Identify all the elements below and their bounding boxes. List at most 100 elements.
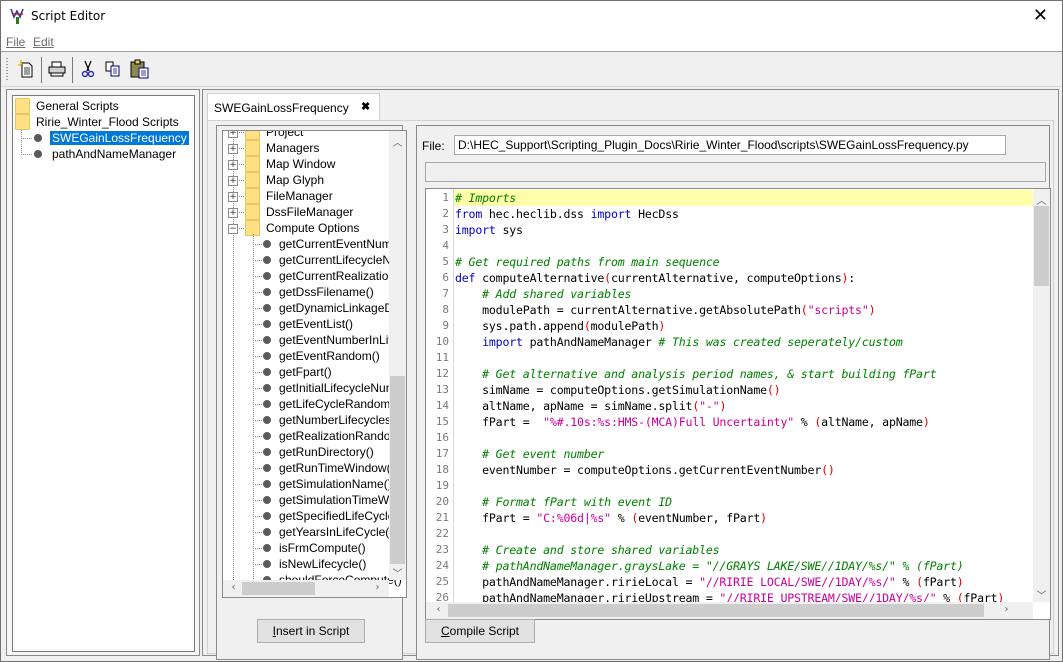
print-button[interactable] — [46, 58, 68, 80]
scroll-left-icon[interactable]: ‹ — [430, 604, 447, 615]
tree-folder-general-scripts[interactable]: General Scripts — [15, 97, 119, 114]
code-line: import sys — [455, 222, 523, 238]
file-path-field[interactable] — [454, 135, 1006, 155]
api-method-item[interactable]: getInitialLifecycleNumber() — [263, 380, 406, 396]
api-folder-project[interactable]: Project — [245, 131, 303, 140]
scroll-left-icon[interactable]: ‹ — [225, 582, 242, 593]
method-icon — [263, 559, 271, 568]
expander-icon[interactable]: + — [228, 176, 238, 186]
copy-button[interactable] — [102, 58, 124, 80]
api-folder-map-glyph[interactable]: Map Glyph — [245, 171, 325, 188]
paste-button[interactable] — [129, 58, 151, 80]
tree-item-pathandnamemanager[interactable]: pathAndNameManager — [34, 146, 178, 162]
api-method-item[interactable]: isNewLifecycle() — [263, 556, 366, 572]
api-method-item[interactable]: getCurrentEventNumber() — [263, 236, 406, 252]
compile-script-button[interactable]: Compile Script — [425, 619, 535, 643]
line-number: 7 — [442, 287, 449, 300]
api-method-item[interactable]: getLifeCycleRandom() — [263, 396, 398, 412]
line-number: 10 — [435, 335, 449, 348]
expander-icon[interactable]: + — [228, 131, 238, 138]
toolbar-grip[interactable] — [6, 58, 8, 82]
expander-icon[interactable]: + — [228, 208, 238, 218]
code-token-pr: ( — [916, 575, 923, 589]
api-folder-managers[interactable]: Managers — [245, 139, 319, 156]
script-editor: File: 1234567891011121314151617181920212… — [416, 125, 1051, 660]
api-method-item[interactable]: getNumberLifecycles() — [263, 412, 399, 428]
folder-icon — [245, 139, 260, 156]
code-line: # Create and store shared variables — [455, 542, 720, 558]
tree-label: getSimulationName() — [279, 477, 392, 491]
new-script-button[interactable] — [15, 58, 37, 80]
code-editor[interactable]: 1 2 3 4 5 6 7 8 9 10 11 12 13 14 15 16 17 18 19 20 21 22 23 24 2… — [425, 188, 1051, 620]
menu-file[interactable]: File — [6, 35, 25, 49]
tree-label: getCurrentLifecycleNumber() — [279, 253, 406, 267]
code-token-cm: # Get required paths from main sequence — [455, 255, 720, 269]
code-vertical-scrollbar[interactable]: ︿ ﹀ — [1033, 189, 1050, 602]
api-method-item[interactable]: getCurrentRealizationNumber() — [263, 268, 406, 284]
tree-item-swegainlossfrequency[interactable]: SWEGainLossFrequency — [34, 130, 189, 146]
expander-icon[interactable]: + — [228, 192, 238, 202]
code-line: # pathAndNameManager.graysLake = "//GRAY… — [455, 558, 964, 574]
tree-connector — [253, 516, 263, 517]
tree-label: getYearsInLifeCycle() — [279, 525, 394, 539]
tree-label: isFrmCompute() — [279, 541, 366, 555]
api-method-item[interactable]: getRunTimeWindow() — [263, 460, 395, 476]
scroll-thumb[interactable] — [390, 376, 405, 564]
method-icon — [263, 431, 271, 440]
tree-label-selected: SWEGainLossFrequency — [50, 131, 189, 145]
api-method-item[interactable]: getDssFilename() — [263, 284, 374, 300]
api-method-item[interactable]: getEventNumberInLifecycle() — [263, 332, 406, 348]
tab-swegainlossfrequency[interactable]: SWEGainLossFrequency ✖ — [207, 93, 380, 120]
scroll-thumb[interactable] — [242, 582, 315, 595]
code-token-n: fPart = — [455, 415, 544, 429]
code-horizontal-scrollbar[interactable]: ‹ › — [426, 602, 1033, 619]
api-method-item[interactable]: getCurrentLifecycleNumber() — [263, 252, 406, 268]
tree-label: Map Glyph — [266, 173, 325, 187]
api-method-item[interactable]: getRunDirectory() — [263, 444, 374, 460]
api-tree-horizontal-scrollbar[interactable]: ‹ › — [223, 580, 389, 597]
tree-label: getRealizationRandom() — [279, 429, 407, 443]
api-method-item[interactable]: getRealizationRandom() — [263, 428, 407, 444]
scroll-up-icon[interactable]: ︿ — [389, 134, 406, 149]
scroll-up-icon[interactable]: ︿ — [1033, 192, 1050, 207]
expander-icon[interactable]: + — [228, 160, 238, 170]
api-folder-dssfilemanager[interactable]: DssFileManager — [245, 203, 353, 220]
api-method-item[interactable]: getEventList() — [263, 316, 353, 332]
scroll-right-icon[interactable]: › — [998, 604, 1015, 615]
api-folder-filemanager[interactable]: FileManager — [245, 187, 333, 204]
api-folder-compute-options[interactable]: Compute Options — [245, 219, 359, 236]
tab-content: + Project + Managers + Map Window + Map Glyph + F… — [207, 120, 1054, 660]
api-method-item[interactable]: getSimulationTimeWindow() — [263, 492, 406, 508]
scroll-thumb[interactable] — [448, 604, 984, 617]
api-tree-vertical-scrollbar[interactable]: ︿ ﹀ — [389, 131, 406, 580]
tab-close-icon[interactable]: ✖ — [361, 100, 370, 113]
expander-icon[interactable]: + — [228, 144, 238, 154]
menu-edit[interactable]: Edit — [33, 35, 54, 49]
code-token-cm: # Format fPart with event ID — [482, 495, 672, 509]
file-label: File: — [422, 139, 445, 153]
scroll-thumb[interactable] — [1034, 206, 1049, 286]
api-folder-map-window[interactable]: Map Window — [245, 155, 335, 172]
code-token-cm: # Get alternative and analysis period na… — [482, 367, 937, 381]
code-token-pr: ( — [604, 271, 611, 285]
scroll-down-icon[interactable]: ﹀ — [1033, 587, 1050, 602]
scroll-down-icon[interactable]: ﹀ — [389, 565, 406, 580]
expander-icon[interactable]: − — [228, 224, 238, 234]
scroll-right-icon[interactable]: › — [369, 582, 386, 593]
api-method-item[interactable]: getFpart() — [263, 364, 332, 380]
code-token-n — [455, 559, 482, 573]
method-icon — [263, 399, 271, 408]
line-number-gutter: 1 2 3 4 5 6 7 8 9 10 11 12 13 14 15 16 17 18 19 20 21 22 23 24 2… — [426, 189, 454, 619]
api-method-item[interactable]: getDynamicLinkageDssFile() — [263, 300, 406, 316]
cut-button[interactable] — [77, 58, 99, 80]
api-tree: + Project + Managers + Map Window + Map Glyph + F… — [222, 130, 407, 598]
api-method-item[interactable]: isFrmCompute() — [263, 540, 366, 556]
insert-in-script-button[interactable]: Insert in Script — [257, 619, 365, 643]
code-token-n: modulePath — [590, 319, 659, 333]
api-method-item[interactable]: getEventRandom() — [263, 348, 380, 364]
tree-folder-ririe-winter-flood-scripts[interactable]: Ririe_Winter_Flood Scripts — [15, 113, 179, 130]
api-method-item[interactable]: getYearsInLifeCycle() — [263, 524, 393, 540]
api-method-item[interactable]: getSimulationName() — [263, 476, 392, 492]
close-icon[interactable]: ✕ — [1033, 5, 1048, 26]
api-method-item[interactable]: getSpecifiedLifeCycles() — [263, 508, 406, 524]
